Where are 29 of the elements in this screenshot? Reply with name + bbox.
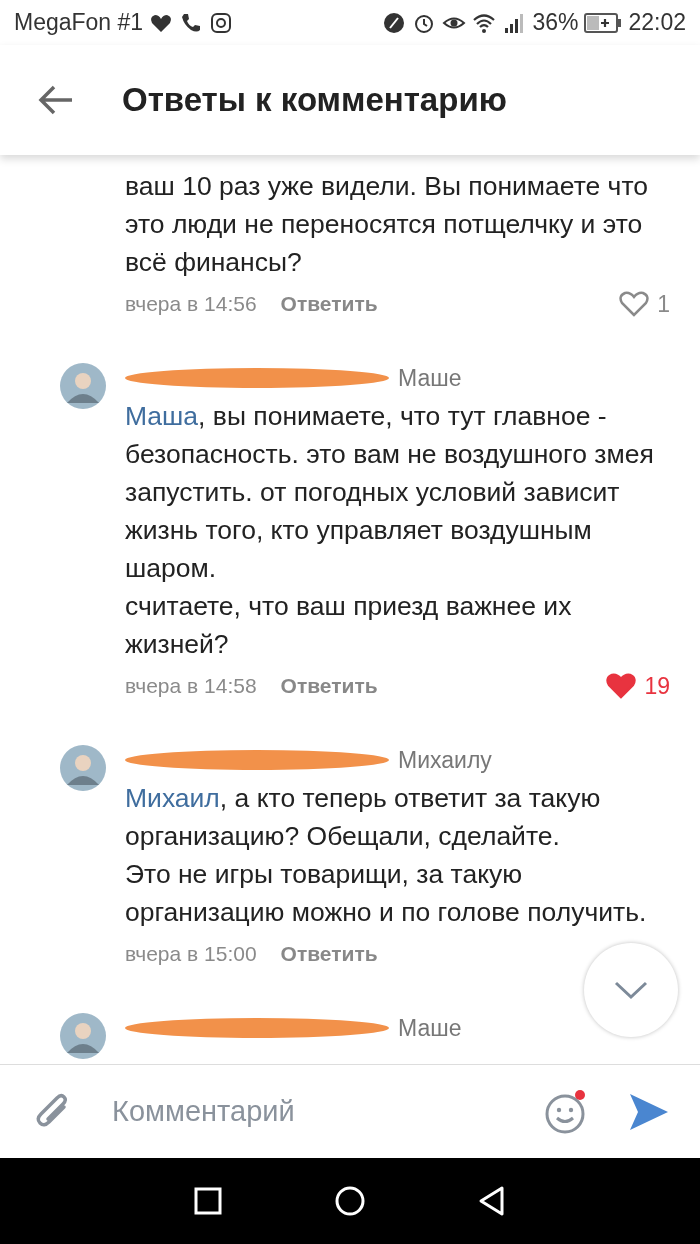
mention-link[interactable]: Маша [125, 401, 199, 431]
battery-icon [584, 11, 623, 34]
avatar[interactable] [60, 745, 106, 791]
reply-link[interactable]: Ответить [280, 674, 378, 698]
recipient-name: Маше [398, 1014, 462, 1042]
home-nav-icon[interactable] [334, 1185, 366, 1217]
comment-time: вчера в 15:00 [125, 942, 257, 966]
comment-text: ваш 10 раз уже видели. Вы понимаете что это люди не переносятся потщелчку и это всё финансы? [125, 170, 649, 279]
avatar[interactable] [60, 363, 106, 409]
avatar[interactable] [60, 1013, 106, 1059]
comment-text: Михаил, а кто теперь ответит за такую организацию? Обещали, сделайте. Это не игры товарищи, за такую организацию можно и по голове получить. [125, 782, 648, 929]
recipient-name: Маше [398, 364, 462, 392]
comment-time: вчера в 14:56 [125, 292, 257, 316]
page-title: Ответы к комментарию [122, 81, 507, 119]
clock-time: 22:02 [628, 9, 686, 36]
send-icon[interactable] [628, 1091, 670, 1132]
mention-link[interactable]: Михаил [125, 783, 220, 813]
comment-input[interactable]: Комментарий [110, 1094, 544, 1129]
comment-text: Маша, вы понимаете, что тут главное - безопасность. это вам не воздушного змея запустить. от погодных условий зависит жизнь того, кто управляет воздушным шаром. считаете, что ваш приезд важнее их жизней? [125, 400, 655, 661]
like-button[interactable]: 19 [606, 672, 670, 700]
square-nav-icon[interactable] [192, 1185, 224, 1217]
carrier-name: MegaFon #1 [14, 9, 144, 36]
reply-link[interactable]: Ответить [280, 292, 378, 316]
camera-icon [209, 10, 234, 35]
battery-percent: 36% [532, 9, 579, 36]
recipient-name: Михаилу [398, 746, 492, 774]
chevron-down-icon [613, 979, 649, 1001]
reply-link[interactable]: Ответить [280, 942, 378, 966]
comment-time: вчера в 14:58 [125, 674, 257, 698]
